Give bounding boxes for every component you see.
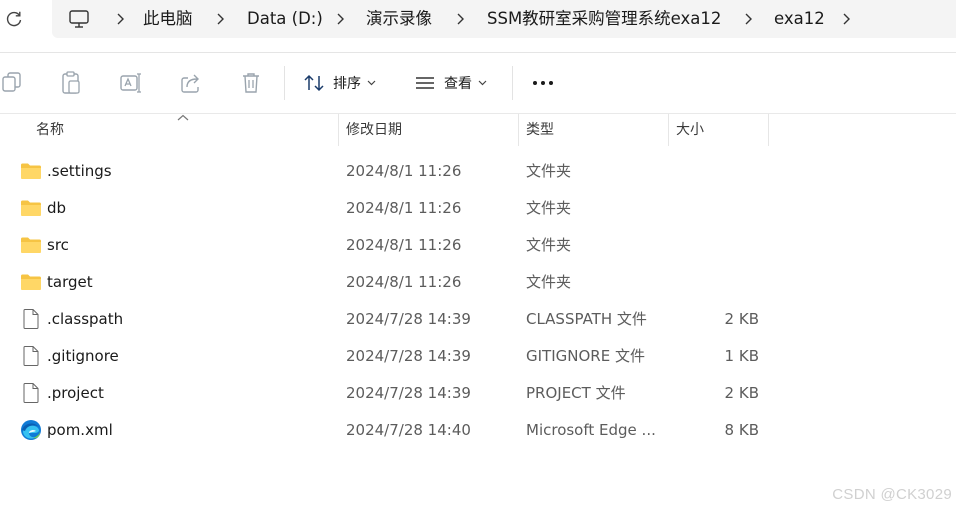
column-type[interactable]: 类型: [526, 114, 554, 146]
address-bar[interactable]: 此电脑 Data (D:) 演示录像 SSM教研室采购管理系统exa12 exa…: [52, 0, 956, 38]
column-modified[interactable]: 修改日期: [346, 114, 402, 146]
address-row: 此电脑 Data (D:) 演示录像 SSM教研室采购管理系统exa12 exa…: [0, 0, 956, 40]
view-button[interactable]: 查看: [414, 70, 487, 96]
chevron-right-icon[interactable]: [114, 11, 128, 27]
file-modified: 2024/7/28 14:39: [346, 347, 471, 365]
breadcrumb-demo-videos[interactable]: 演示录像: [366, 9, 432, 29]
file-name: .project: [47, 384, 104, 402]
file-icon: [23, 309, 39, 329]
edge-icon: [21, 420, 41, 440]
sort-button[interactable]: 排序: [303, 70, 376, 96]
share-icon[interactable]: [179, 70, 203, 96]
file-icon: [23, 346, 39, 366]
file-size: 2 KB: [724, 384, 759, 402]
file-name: .gitignore: [47, 347, 119, 365]
list-item[interactable]: pom.xml 2024/7/28 14:40 Microsoft Edge .…: [0, 411, 956, 448]
more-options-icon[interactable]: [531, 70, 555, 96]
refresh-icon[interactable]: [4, 9, 24, 29]
list-item[interactable]: target 2024/8/1 11:26 文件夹: [0, 263, 956, 300]
file-type: PROJECT 文件: [526, 384, 626, 402]
file-name: db: [47, 199, 67, 217]
chevron-down-icon: [367, 80, 376, 86]
file-type: GITIGNORE 文件: [526, 347, 645, 365]
file-type: 文件夹: [526, 273, 572, 291]
breadcrumb-project[interactable]: SSM教研室采购管理系统exa12: [487, 9, 721, 29]
list-item[interactable]: .classpath 2024/7/28 14:39 CLASSPATH 文件 …: [0, 300, 956, 337]
file-name: .settings: [47, 162, 112, 180]
column-divider[interactable]: [338, 114, 339, 146]
chevron-right-icon[interactable]: [334, 11, 348, 27]
list-item[interactable]: db 2024/8/1 11:26 文件夹: [0, 189, 956, 226]
rename-icon[interactable]: [119, 70, 143, 96]
file-size: 8 KB: [724, 421, 759, 439]
delete-icon[interactable]: [239, 70, 263, 96]
file-type: Microsoft Edge ...: [526, 421, 656, 439]
divider: [0, 52, 956, 53]
divider: [0, 113, 956, 114]
monitor-icon[interactable]: [68, 9, 90, 29]
file-name: target: [47, 273, 93, 291]
view-label: 查看: [444, 76, 472, 92]
file-modified: 2024/8/1 11:26: [346, 199, 462, 217]
chevron-right-icon[interactable]: [214, 11, 228, 27]
list-item[interactable]: .project 2024/7/28 14:39 PROJECT 文件 2 KB: [0, 374, 956, 411]
file-modified: 2024/8/1 11:26: [346, 236, 462, 254]
watermark: CSDN @CK3029: [832, 486, 952, 503]
sort-label: 排序: [333, 76, 361, 92]
file-name: src: [47, 236, 69, 254]
file-type: 文件夹: [526, 236, 572, 254]
file-type: 文件夹: [526, 199, 572, 217]
file-modified: 2024/7/28 14:39: [346, 384, 471, 402]
file-name: pom.xml: [47, 421, 113, 439]
file-size: 2 KB: [724, 310, 759, 328]
toolbar-separator: [512, 66, 513, 100]
file-size: 1 KB: [724, 347, 759, 365]
breadcrumb-current-folder[interactable]: exa12: [774, 9, 825, 29]
list-item[interactable]: .settings 2024/8/1 11:26 文件夹: [0, 152, 956, 189]
chevron-down-icon: [478, 80, 487, 86]
sort-ascending-icon: [177, 114, 189, 121]
column-divider[interactable]: [768, 114, 769, 146]
file-type: CLASSPATH 文件: [526, 310, 647, 328]
file-modified: 2024/7/28 14:40: [346, 421, 471, 439]
file-icon: [23, 383, 39, 403]
paste-icon[interactable]: [59, 70, 83, 96]
list-item[interactable]: .gitignore 2024/7/28 14:39 GITIGNORE 文件 …: [0, 337, 956, 374]
file-type: 文件夹: [526, 162, 572, 180]
column-name[interactable]: 名称: [36, 114, 64, 146]
column-divider[interactable]: [668, 114, 669, 146]
column-divider[interactable]: [518, 114, 519, 146]
list-item[interactable]: src 2024/8/1 11:26 文件夹: [0, 226, 956, 263]
view-icon: [416, 77, 434, 89]
folder-icon: [21, 200, 41, 216]
breadcrumb-this-pc[interactable]: 此电脑: [143, 9, 193, 29]
file-modified: 2024/8/1 11:26: [346, 273, 462, 291]
copy-icon[interactable]: [0, 70, 24, 96]
folder-icon: [21, 237, 41, 253]
breadcrumb-drive[interactable]: Data (D:): [247, 9, 323, 29]
chevron-right-icon[interactable]: [840, 11, 854, 27]
toolbar-separator: [284, 66, 285, 100]
column-size[interactable]: 大小: [676, 114, 704, 146]
file-name: .classpath: [47, 310, 124, 328]
file-modified: 2024/7/28 14:39: [346, 310, 471, 328]
chevron-right-icon[interactable]: [454, 11, 468, 27]
sort-icon: [304, 74, 324, 92]
folder-icon: [21, 274, 41, 290]
chevron-right-icon[interactable]: [742, 11, 756, 27]
folder-icon: [21, 163, 41, 179]
file-modified: 2024/8/1 11:26: [346, 162, 462, 180]
